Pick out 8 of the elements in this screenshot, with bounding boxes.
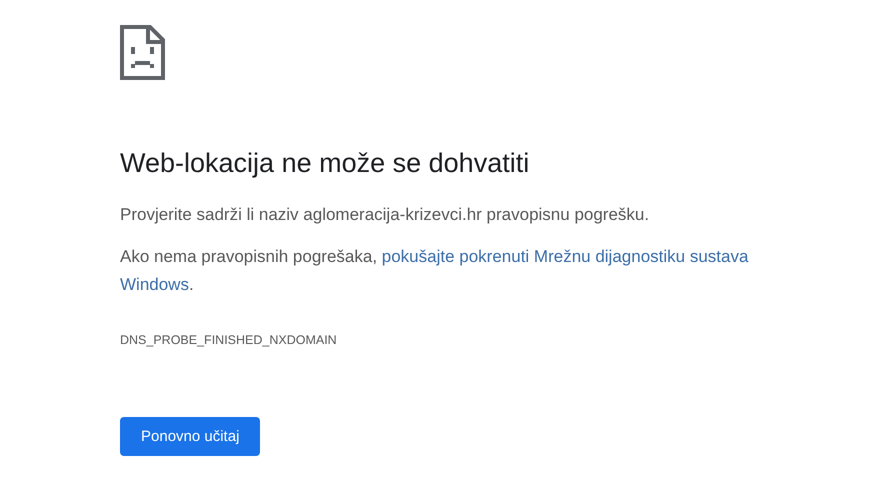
error-code: DNS_PROBE_FINISHED_NXDOMAIN xyxy=(120,333,338,347)
diagnostics-link[interactable]: Windows xyxy=(120,275,189,294)
error-title: Web-lokacija ne može se dohvatiti xyxy=(120,147,530,180)
diagnostics-text: Ako nema pravopisnih pogrešaka, pokušajte pokrenuti Mrežnu dijagnostiku sustava Windows. xyxy=(120,246,750,296)
reload-button[interactable]: Ponovno učitaj xyxy=(120,417,260,456)
sad-document-icon xyxy=(120,25,165,80)
diagnostics-link[interactable]: pokušajte pokrenuti Mrežnu dijagnostiku sustava xyxy=(382,247,748,266)
suggestion-text: Provjerite sadrži li naziv aglomeracija-krizevci.hr pravopisnu pogrešku. xyxy=(120,204,650,226)
